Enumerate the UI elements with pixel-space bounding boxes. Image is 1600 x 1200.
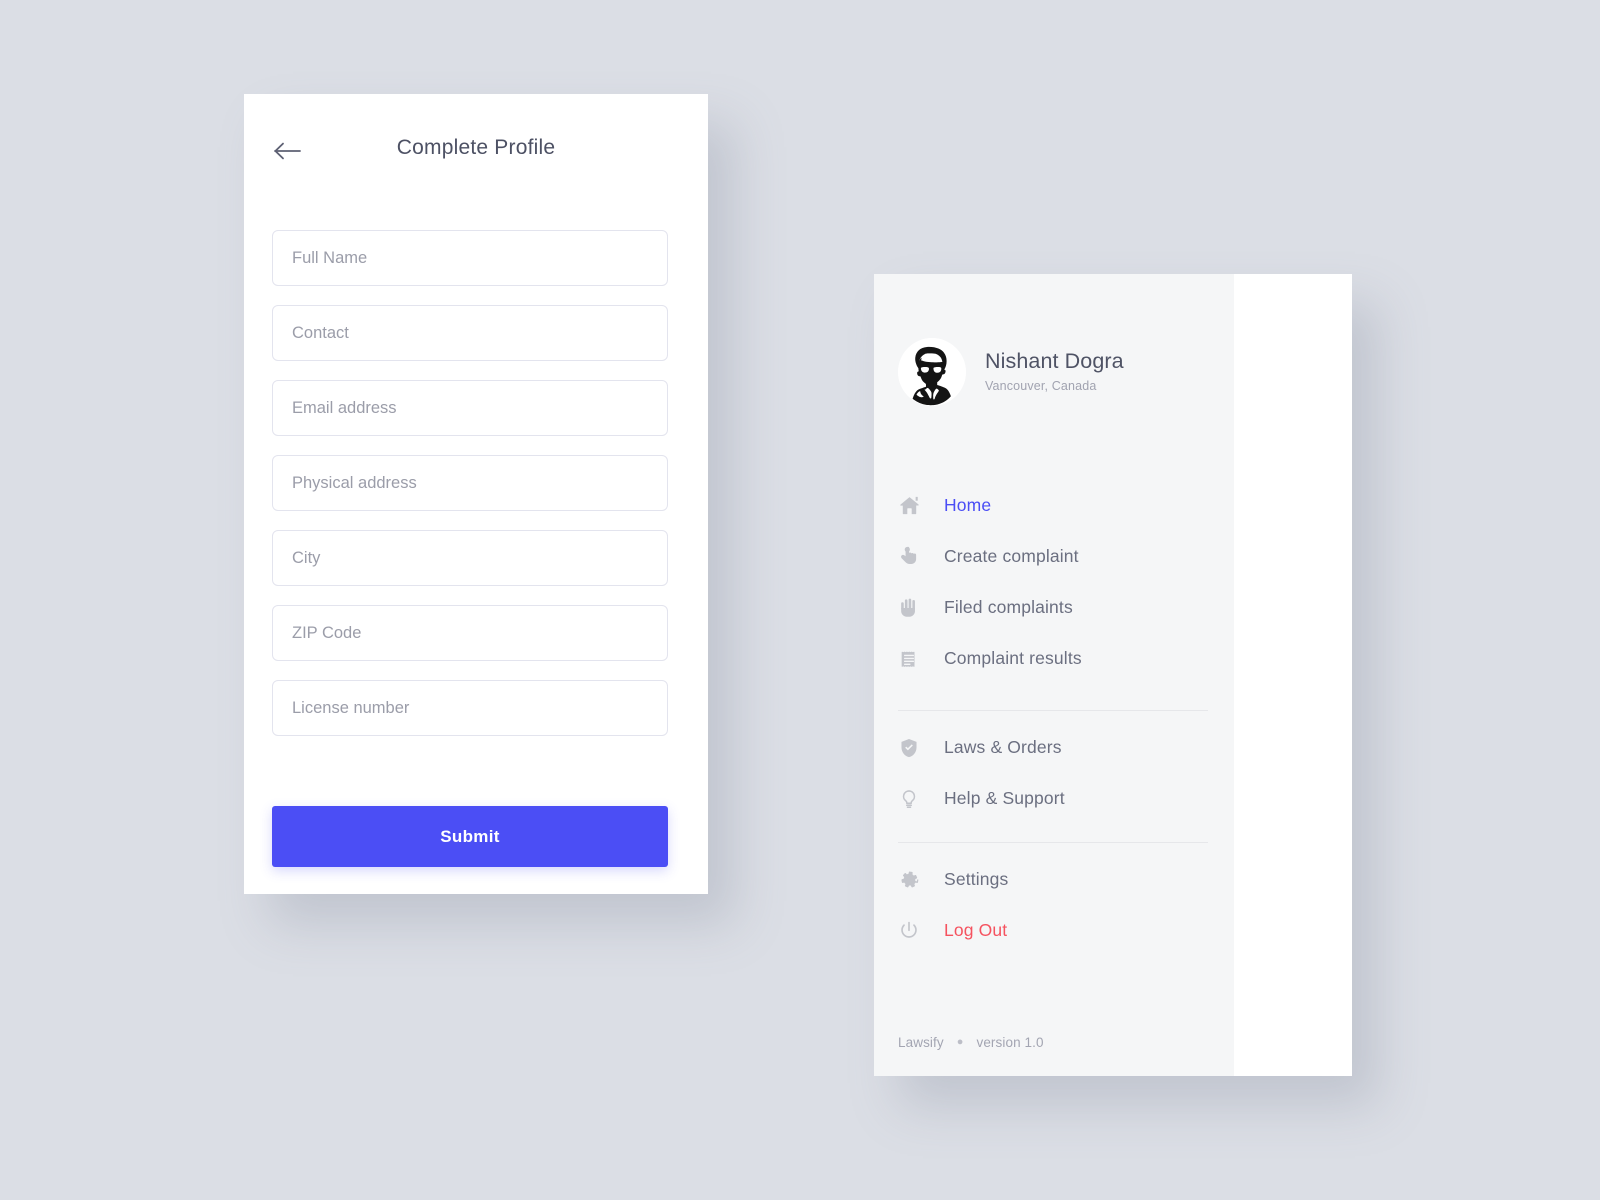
page-title: Complete Profile [396, 136, 556, 159]
drawer-user-header[interactable]: Nishant Dogra Vancouver, Canada [898, 338, 1124, 406]
drawer-scrim[interactable] [1234, 274, 1352, 1076]
pointing-hand-icon [898, 545, 944, 568]
sidebar-item-label: Complaint results [944, 648, 1082, 668]
app-version: version 1.0 [976, 1035, 1044, 1050]
sidebar-item-create-complaint[interactable]: Create complaint [898, 531, 1210, 582]
physical-address-input[interactable] [272, 455, 668, 511]
navigation-drawer-card: Nishant Dogra Vancouver, Canada Home Cre… [874, 274, 1352, 1076]
sidebar-item-log-out[interactable]: Log Out [898, 905, 1210, 956]
footer-separator-dot: ● [956, 1036, 964, 1048]
menu-divider-2 [898, 842, 1208, 843]
gear-icon [898, 869, 944, 891]
email-input[interactable] [272, 380, 668, 436]
menu-group-system: Settings Log Out [898, 854, 1210, 956]
user-portrait-avatar [898, 338, 966, 406]
sidebar-item-home[interactable]: Home [898, 480, 1210, 531]
zip-code-input[interactable] [272, 605, 668, 661]
menu-divider-1 [898, 710, 1208, 711]
sidebar-item-help-support[interactable]: Help & Support [898, 773, 1210, 824]
user-text-block: Nishant Dogra Vancouver, Canada [985, 349, 1124, 395]
avatar [898, 338, 966, 406]
user-name: Nishant Dogra [985, 349, 1124, 374]
sidebar-item-label: Create complaint [944, 546, 1079, 566]
sidebar-item-laws-orders[interactable]: Laws & Orders [898, 722, 1210, 773]
sidebar-item-label: Log Out [944, 920, 1008, 940]
navigation-drawer: Nishant Dogra Vancouver, Canada Home Cre… [874, 274, 1234, 1076]
user-location: Vancouver, Canada [985, 378, 1097, 393]
city-input[interactable] [272, 530, 668, 586]
profile-card-header: Complete Profile [244, 94, 708, 212]
menu-group-primary: Home Create complaint Filed complaints C… [898, 480, 1210, 684]
sidebar-item-label: Help & Support [944, 788, 1065, 808]
receipt-icon [898, 648, 944, 670]
sidebar-item-label: Laws & Orders [944, 737, 1062, 757]
sidebar-item-label: Settings [944, 869, 1009, 889]
license-number-input[interactable] [272, 680, 668, 736]
sidebar-item-complaint-results[interactable]: Complaint results [898, 633, 1210, 684]
contact-input[interactable] [272, 305, 668, 361]
sidebar-item-filed-complaints[interactable]: Filed complaints [898, 582, 1210, 633]
lightbulb-icon [898, 788, 944, 810]
drawer-footer: Lawsify ● version 1.0 [898, 1035, 1044, 1050]
open-hand-icon [898, 596, 944, 619]
full-name-input[interactable] [272, 230, 668, 286]
menu-group-secondary: Laws & Orders Help & Support [898, 722, 1210, 824]
sidebar-item-settings[interactable]: Settings [898, 854, 1210, 905]
complete-profile-card: Complete Profile Submit [244, 94, 708, 894]
profile-form [272, 230, 668, 755]
sidebar-item-label: Home [944, 495, 992, 515]
submit-button[interactable]: Submit [272, 806, 668, 867]
home-icon [898, 494, 944, 517]
app-name: Lawsify [898, 1035, 944, 1050]
shield-check-icon [898, 737, 944, 759]
sidebar-item-label: Filed complaints [944, 597, 1073, 617]
power-icon [898, 920, 944, 942]
